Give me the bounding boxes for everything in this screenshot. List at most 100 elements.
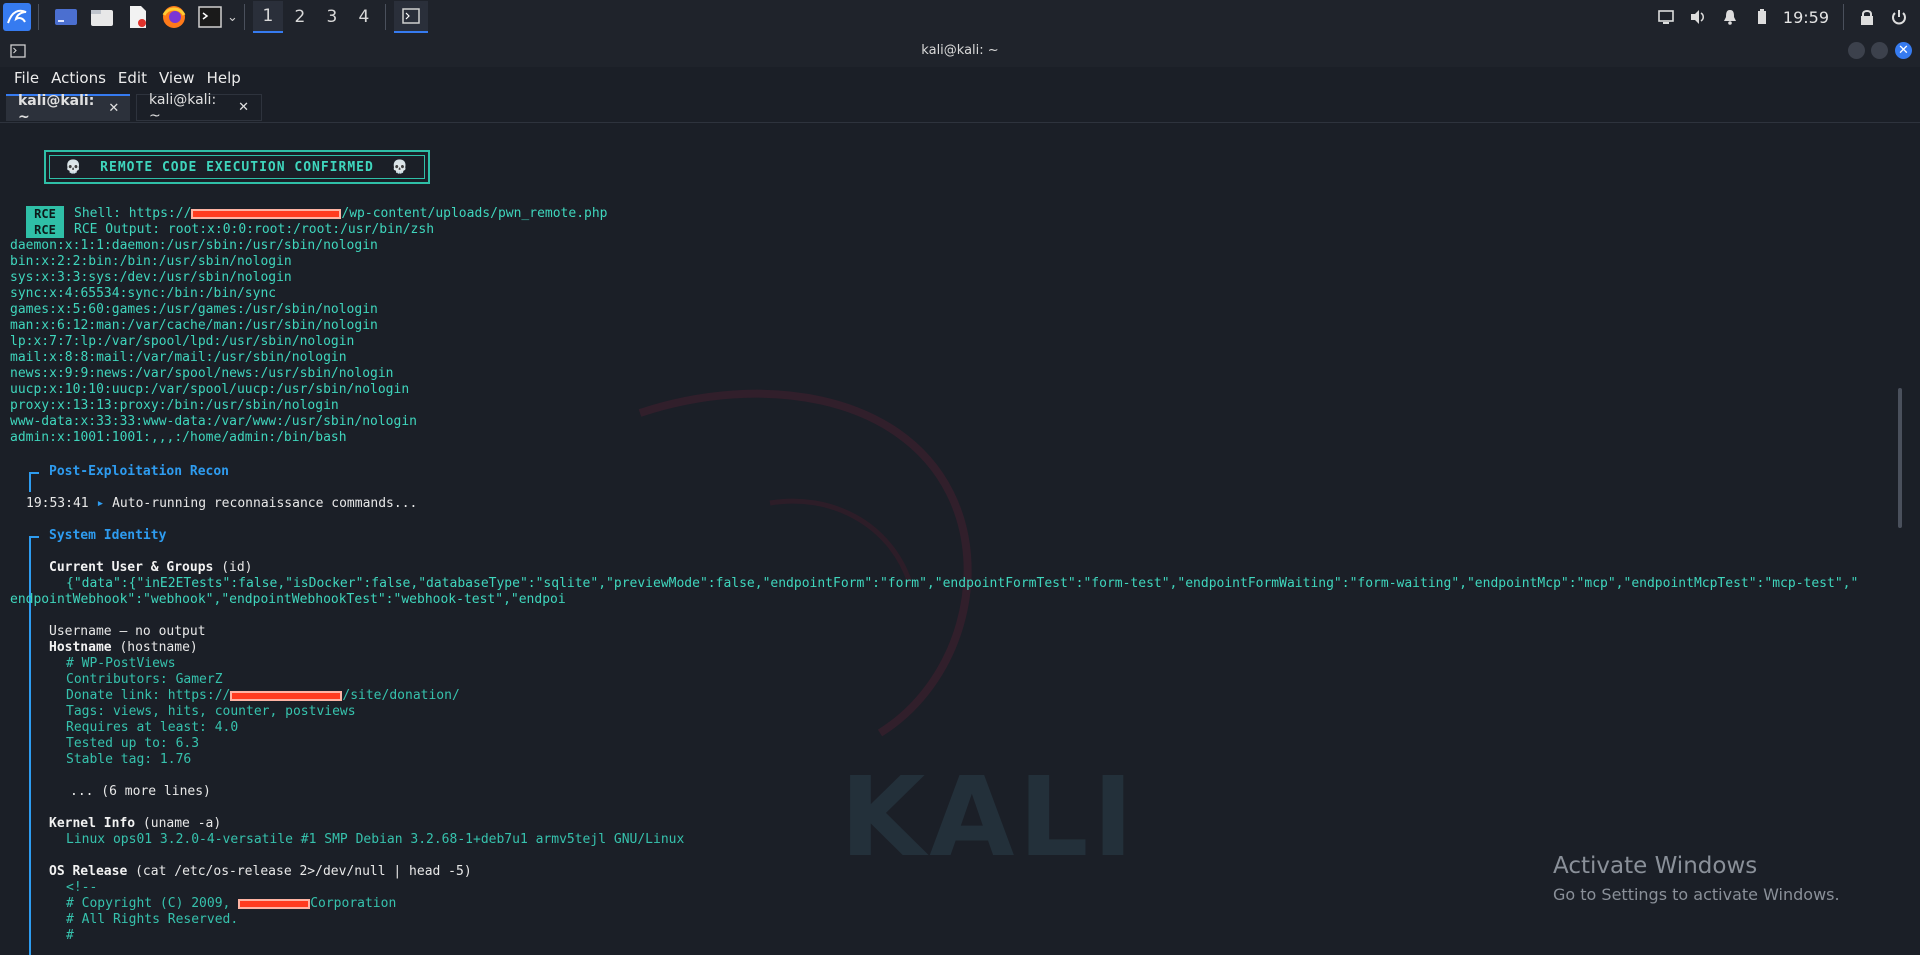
menu-view[interactable]: View (145, 69, 195, 87)
kernel-heading: Kernel Info (uname -a) (49, 816, 221, 832)
passwd-line: lp:x:7:7:lp:/var/spool/lpd:/usr/sbin/nol… (10, 334, 355, 349)
workspace-3[interactable]: 3 (317, 2, 347, 32)
identity-header: System Identity (49, 528, 167, 543)
window-titlebar[interactable]: kali@kali: ~ ✕ (0, 34, 1920, 67)
hostname-output: Tested up to: 6.3 (66, 736, 200, 751)
os-release-cmd: (cat /etc/os-release 2>/dev/null | head … (127, 864, 472, 879)
donate-suffix: /site/donation/ (342, 688, 460, 703)
kali-dragon-watermark (638, 389, 972, 737)
tab-1[interactable]: kali@kali: ~ ✕ (6, 93, 130, 125)
section-hook (29, 472, 39, 474)
hostname-output: Tags: views, hits, counter, postviews (66, 704, 356, 719)
os-copyright-suffix: Corporation (310, 896, 397, 911)
hostname-heading: Hostname (hostname) (49, 640, 198, 656)
chevron-down-icon[interactable]: ⌄ (227, 10, 238, 25)
text-editor-icon[interactable] (123, 2, 153, 32)
system-tray: 19:59 (1649, 0, 1920, 34)
recon-arrow: ▸ (96, 496, 105, 511)
section-hook (29, 536, 39, 538)
passwd-line: mail:x:8:8:mail:/var/mail:/usr/sbin/nolo… (10, 350, 347, 365)
passwd-line: uucp:x:10:10:uucp:/var/spool/uucp:/usr/s… (10, 382, 410, 397)
passwd-line: news:x:9:9:news:/var/spool/news:/usr/sbi… (10, 366, 394, 381)
section-gutter (29, 472, 31, 492)
os-copyright-prefix: # Copyright (C) 2009, (66, 896, 239, 911)
hostname-output: Contributors: GamerZ (66, 672, 223, 687)
workspace-1[interactable]: 1 (252, 1, 283, 33)
passwd-line: daemon:x:1:1:daemon:/usr/sbin:/usr/sbin/… (10, 238, 378, 253)
menu-edit[interactable]: Edit (104, 69, 147, 87)
post-recon-header: Post-Exploitation Recon (49, 464, 230, 479)
donate-prefix: Donate link: https:// (66, 688, 231, 703)
volume-icon[interactable] (1683, 9, 1713, 25)
tab-label: kali@kali: ~ (18, 92, 95, 125)
recon-status-line: 19:53:41 ▸ Auto-running reconnaissance c… (26, 496, 417, 512)
panel-separator (384, 4, 386, 30)
redacted-domain (191, 208, 342, 219)
redacted-domain (230, 690, 343, 701)
menubar: File Actions Edit View Help (0, 67, 241, 89)
menu-file[interactable]: File (0, 69, 39, 87)
terminal-scrollbar[interactable] (1898, 388, 1902, 528)
window-title: kali@kali: ~ (921, 43, 999, 58)
notification-bell-icon[interactable] (1715, 9, 1745, 25)
panel-separator (38, 4, 39, 30)
rce-output-line: RCE Output: root:x:0:0:root:/root:/usr/b… (74, 222, 435, 237)
clock[interactable]: 19:59 (1783, 8, 1829, 27)
hostname-output: Requires at least: 4.0 (66, 720, 239, 735)
os-release-heading: OS Release (cat /etc/os-release 2>/dev/n… (49, 864, 472, 880)
more-lines-note: ... (6 more lines) (70, 784, 211, 799)
maximize-button[interactable] (1871, 42, 1888, 59)
donate-line: Donate link: https:// /site/donation/ (66, 688, 460, 704)
kali-text-watermark: KALI (840, 753, 1138, 881)
hostname-title: Hostname (49, 640, 112, 655)
rce-confirmed-banner: 💀 REMOTE CODE EXECUTION CONFIRMED 💀 (44, 150, 430, 184)
passwd-line: www-data:x:33:33:www-data:/var/www:/usr/… (10, 414, 417, 429)
user-groups-output-wrap: endpointWebhook":"webhook","endpointWebh… (10, 592, 566, 607)
tab-close-icon[interactable]: ✕ (108, 101, 119, 116)
user-groups-cmd: (id) (213, 560, 253, 575)
battery-icon[interactable] (1747, 9, 1777, 25)
kernel-output: Linux ops01 3.2.0-4-versatile #1 SMP Deb… (66, 832, 685, 847)
workspace-2[interactable]: 2 (285, 2, 315, 32)
terminal-output[interactable]: KALI 💀 REMOTE CODE EXECUTION CONFIRMED 💀… (0, 123, 1906, 955)
os-release-output: # (66, 928, 74, 943)
kernel-title: Kernel Info (49, 816, 136, 831)
os-release-title: OS Release (49, 864, 128, 879)
passwd-line: sync:x:4:65534:sync:/bin:/bin/sync (10, 286, 277, 301)
tab-2[interactable]: kali@kali: ~ ✕ (136, 92, 262, 124)
passwd-line: admin:x:1001:1001:,,,:/home/admin:/bin/b… (10, 430, 347, 445)
firefox-icon[interactable] (159, 2, 189, 32)
display-icon[interactable] (1651, 10, 1681, 24)
panel-separator (243, 4, 245, 30)
file-manager-icon[interactable] (87, 2, 117, 32)
rce-badge: RCE (26, 222, 64, 238)
user-groups-output: {"data":{"inE2ETests":false,"isDocker":f… (66, 576, 1859, 591)
workspace-4[interactable]: 4 (349, 2, 379, 32)
os-copyright-line: # Copyright (C) 2009, Corporation (66, 896, 396, 912)
user-groups-title: Current User & Groups (49, 560, 214, 575)
kernel-cmd: (uname -a) (135, 816, 222, 831)
lock-icon[interactable] (1852, 9, 1882, 25)
hostname-cmd: (hostname) (111, 640, 198, 655)
kali-menu-icon[interactable] (2, 2, 32, 32)
show-desktop-icon[interactable] (51, 2, 81, 32)
menu-actions[interactable]: Actions (37, 69, 106, 87)
minimize-button[interactable] (1848, 42, 1865, 59)
tab-close-icon[interactable]: ✕ (238, 100, 249, 115)
hostname-output: Stable tag: 1.76 (66, 752, 192, 767)
window-terminal-icon (10, 43, 26, 62)
power-icon[interactable] (1884, 9, 1914, 25)
windows-activation-notice: Activate Windows Go to Settings to activ… (1553, 853, 1840, 904)
hostname-output: # WP-PostViews (66, 656, 176, 671)
recon-time: 19:53:41 (26, 496, 89, 511)
terminal-launcher-icon[interactable] (195, 2, 225, 32)
taskbar-terminal-window[interactable] (393, 1, 428, 33)
username-line: Username — no output (49, 624, 206, 639)
recon-message: Auto-running reconnaissance commands... (112, 496, 418, 511)
menu-help[interactable]: Help (193, 69, 241, 87)
close-button[interactable]: ✕ (1895, 42, 1912, 59)
panel-separator (1843, 4, 1844, 30)
rce-badge: RCE (26, 206, 64, 222)
shell-prefix: Shell: https:// (74, 206, 192, 221)
top-panel: ⌄ 1 2 3 4 19:59 (0, 0, 1920, 35)
